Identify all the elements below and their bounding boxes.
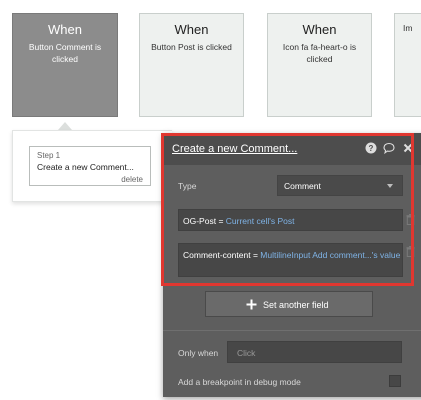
workflow-step-1[interactable]: Step 1 Create a new Comment... delete <box>29 146 151 186</box>
type-select-value: Comment <box>284 181 321 191</box>
event-description: Icon fa fa-heart-o is clicked <box>282 42 357 64</box>
event-description: Button Post is clicked <box>151 42 232 52</box>
close-icon[interactable] <box>402 142 414 154</box>
event-title: When <box>174 22 209 37</box>
event-card-icon-heart[interactable]: When Icon fa fa-heart-o is clicked <box>267 13 372 117</box>
step-label: Step 1 <box>37 151 61 160</box>
trash-icon[interactable] <box>406 214 415 225</box>
field-equals: = <box>218 216 224 226</box>
field-value[interactable]: MultilineInput Add comment...'s value <box>260 250 400 260</box>
event-card-partial[interactable]: Im <box>394 13 421 117</box>
panel-divider <box>163 330 421 331</box>
set-another-field-button[interactable]: Set another field <box>205 291 373 317</box>
selection-pointer <box>58 122 72 130</box>
panel-title[interactable]: Create a new Comment... <box>172 143 297 155</box>
event-card-button-post[interactable]: When Button Post is clicked <box>139 13 244 117</box>
field-row-comment-content[interactable]: Comment-content = MultilineInput Add com… <box>178 243 403 277</box>
event-title: When <box>302 22 337 37</box>
event-title: When <box>48 22 82 37</box>
event-card-button-comment[interactable]: When Button Comment is clicked <box>12 13 118 117</box>
comment-icon[interactable] <box>383 142 395 154</box>
step-delete-link[interactable]: delete <box>121 175 143 184</box>
field-value[interactable]: Current cell's Post <box>226 216 295 226</box>
breakpoint-checkbox[interactable] <box>389 375 401 387</box>
only-when-placeholder: Click <box>237 348 256 358</box>
workflow-editor: When Button Comment is clicked When Butt… <box>0 0 421 400</box>
breakpoint-label: Add a breakpoint in debug mode <box>178 377 301 387</box>
field-row-og-post[interactable]: OG-Post = Current cell's Post <box>178 209 403 231</box>
action-property-editor: Create a new Comment... ? Type Comment O… <box>163 133 421 397</box>
field-key: OG-Post <box>183 216 217 226</box>
trash-icon[interactable] <box>406 246 415 257</box>
only-when-label: Only when <box>178 348 219 358</box>
type-select[interactable]: Comment <box>277 175 403 196</box>
event-description: Im <box>403 23 413 33</box>
field-key: Comment-content <box>183 250 251 260</box>
plus-icon <box>246 299 257 310</box>
type-label: Type <box>178 181 197 191</box>
panel-header: Create a new Comment... ? <box>163 133 421 165</box>
help-icon[interactable]: ? <box>365 142 377 154</box>
field-expression: OG-Post = Current cell's Post <box>183 215 401 228</box>
only-when-input[interactable]: Click <box>227 341 402 363</box>
step-title: Create a new Comment... <box>37 162 134 172</box>
chevron-down-icon <box>387 184 393 188</box>
field-expression: Comment-content = MultilineInput Add com… <box>183 249 401 262</box>
event-description: Button Comment is clicked <box>28 42 102 64</box>
set-another-field-label: Set another field <box>263 300 329 310</box>
svg-text:?: ? <box>369 144 374 153</box>
field-equals: = <box>252 250 258 260</box>
